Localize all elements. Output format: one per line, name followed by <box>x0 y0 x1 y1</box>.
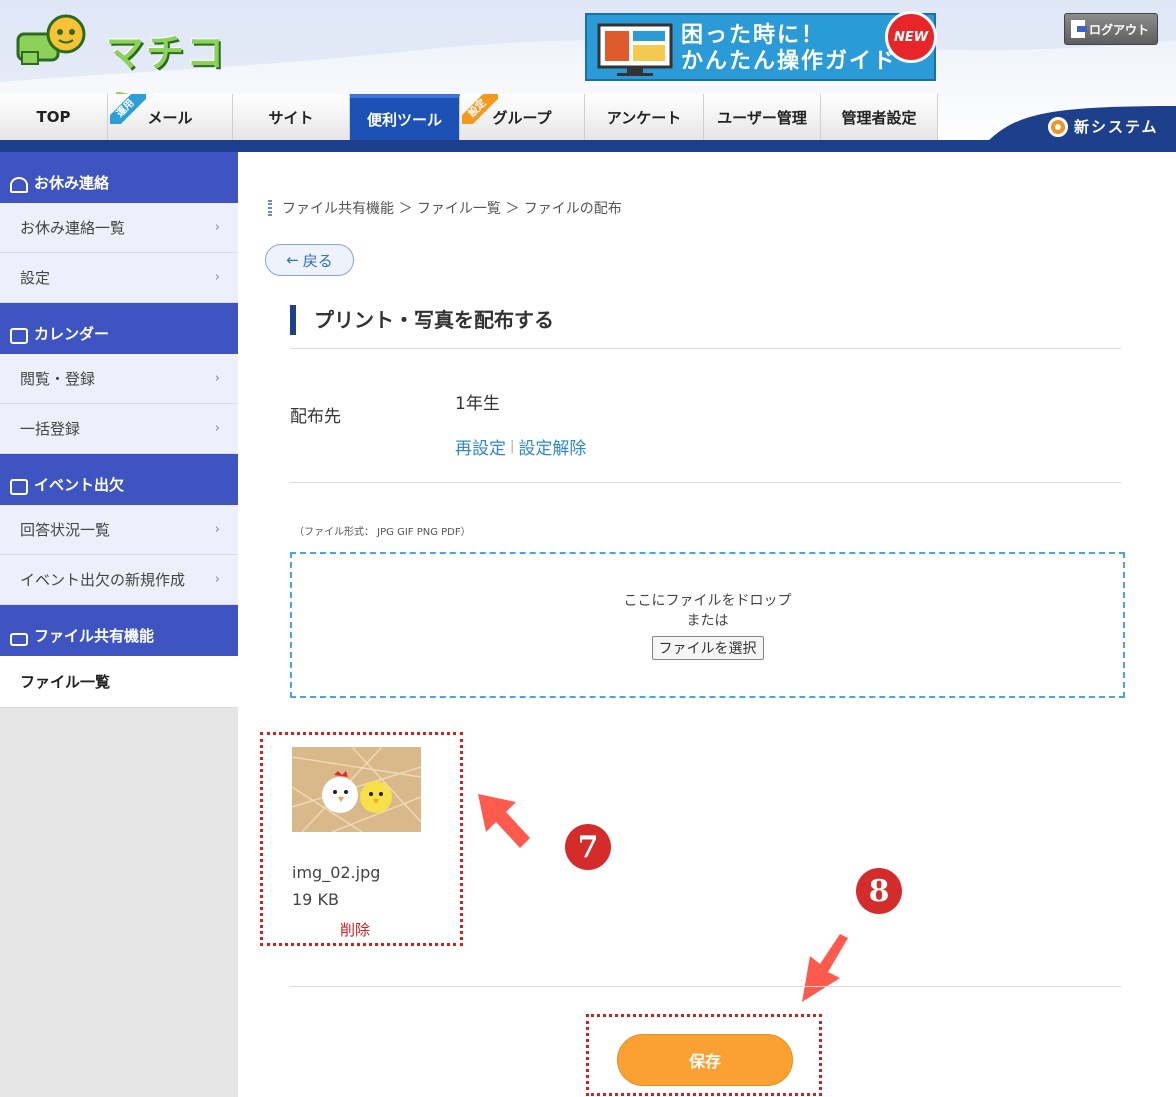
sidebar-section-file-share: ファイル共有機能 <box>0 605 238 656</box>
tab-label: メール <box>147 108 193 127</box>
breadcrumb-marker-icon <box>268 200 272 216</box>
sidebar-item-label: 設定 <box>20 269 51 287</box>
sidebar-item-label: ファイル一覧 <box>20 673 111 691</box>
chevron-right-icon: › <box>214 421 220 436</box>
tab-label: TOP <box>36 108 71 126</box>
sidebar-item-calendar-view[interactable]: 閲覧・登録 › <box>0 354 238 404</box>
tab-mail[interactable]: 運用 メール <box>108 94 233 140</box>
monitor-icon <box>597 23 673 76</box>
sidebar-item-label: イベント出欠の新規作成 <box>20 571 186 589</box>
file-format-note: （ファイル形式： JPG GIF PNG PDF） <box>294 527 471 538</box>
ribbon-settei: 設定 <box>462 94 498 124</box>
divider <box>290 348 1121 349</box>
distribution-label: 配布先 <box>290 407 341 427</box>
sidebar-item-event-create[interactable]: イベント出欠の新規作成 › <box>0 555 238 605</box>
step-8-badge: 8 <box>856 868 902 914</box>
file-size: 19 KB <box>292 890 339 909</box>
distribution-value: 1年生 <box>455 394 500 414</box>
dropzone-or: または <box>686 613 729 629</box>
divider <box>290 986 1121 987</box>
user-icon <box>10 177 28 193</box>
annotation-arrow-icon <box>478 794 530 848</box>
section-title: ファイル共有機能 <box>34 627 155 645</box>
new-badge: NEW <box>885 11 937 63</box>
breadcrumb-text: ファイル共有機能 ＞ ファイル一覧 ＞ ファイルの配布 <box>282 201 622 217</box>
tab-label: サイト <box>268 108 314 127</box>
page-title: プリント・写真を配布する <box>290 305 554 335</box>
main-content: ファイル共有機能 ＞ ファイル一覧 ＞ ファイルの配布 ← 戻る プリント・写真… <box>238 152 1176 1097</box>
ribbon-unyo: 運用 <box>110 94 146 124</box>
tab-label: 便利ツール <box>366 110 442 129</box>
reset-link[interactable]: 再設定 <box>455 434 506 459</box>
tab-group[interactable]: 設定 グループ <box>460 94 585 140</box>
sidebar-item-label: 閲覧・登録 <box>20 370 96 388</box>
logout-label: ログアウト <box>1089 22 1150 37</box>
sidebar-section-absence: お休み連絡 <box>0 152 238 203</box>
tab-site[interactable]: サイト <box>233 94 350 140</box>
tab-label: ユーザー管理 <box>717 108 807 127</box>
chevron-right-icon: › <box>214 270 220 285</box>
folder-icon <box>10 633 28 646</box>
calendar-check-icon <box>10 479 28 495</box>
back-label: 戻る <box>302 251 333 270</box>
uploaded-file-card: img_02.jpg 19 KB 削除 <box>260 732 463 946</box>
step-7-badge: 7 <box>565 824 611 870</box>
distribution-links: 再設定 | 設定解除 <box>455 434 586 459</box>
tab-user-management[interactable]: ユーザー管理 <box>704 94 821 140</box>
sidebar-item-absence-list[interactable]: お休み連絡一覧 › <box>0 203 238 253</box>
clear-setting-link[interactable]: 設定解除 <box>518 434 586 459</box>
operation-guide-banner[interactable]: 困った時に！ かんたん操作ガイド NEW <box>585 11 937 81</box>
guide-banner-text: 困った時に！ かんたん操作ガイド <box>681 23 898 74</box>
chevron-right-icon: › <box>214 220 220 235</box>
calendar-icon <box>10 328 28 344</box>
chevron-right-icon: › <box>214 522 220 537</box>
dropzone-text: ここにファイルをドロップ <box>623 593 792 609</box>
back-button[interactable]: ← 戻る <box>265 244 354 276</box>
new-system-link[interactable]: 新システム <box>1048 116 1159 137</box>
divider <box>290 482 1121 483</box>
sidebar-item-label: 一括登録 <box>20 420 81 438</box>
sidebar-item-file-list[interactable]: ファイル一覧 <box>0 656 238 708</box>
app-header: マチコミ 困った時に！ かんたん操作ガイド NEW ログアウト TOP 運用 メ… <box>0 0 1176 152</box>
section-title: カレンダー <box>34 325 110 343</box>
file-name: img_02.jpg <box>292 863 381 882</box>
tab-label: アンケート <box>606 108 682 127</box>
sidebar-section-calendar: カレンダー <box>0 303 238 354</box>
arrow-left-icon: ← <box>286 251 299 269</box>
file-dropzone[interactable]: ここにファイルをドロップ または ファイルを選択 <box>290 552 1125 698</box>
tab-top[interactable]: TOP <box>0 94 108 140</box>
delete-file-link[interactable]: 削除 <box>340 919 370 940</box>
chevron-right-icon: › <box>214 572 220 587</box>
sidebar: お休み連絡 お休み連絡一覧 › 設定 › カレンダー 閲覧・登録 › 一括登録 … <box>0 152 238 1097</box>
link-separator: | <box>510 439 515 454</box>
main-tab-bar: TOP 運用 メール サイト 便利ツール 設定 グループ アンケート ユーザー管… <box>0 94 938 140</box>
choose-file-button[interactable]: ファイルを選択 <box>651 636 764 660</box>
sidebar-item-event-status[interactable]: 回答状況一覧 › <box>0 505 238 555</box>
tab-label: グループ <box>492 108 552 127</box>
annotation-arrow-icon <box>802 934 848 1002</box>
section-title: イベント出欠 <box>34 476 125 494</box>
sidebar-item-label: 回答状況一覧 <box>20 521 111 539</box>
machicomi-logo[interactable]: マチコミ <box>14 12 264 130</box>
sidebar-item-label: お休み連絡一覧 <box>20 219 126 237</box>
sidebar-item-calendar-bulk[interactable]: 一括登録 › <box>0 404 238 454</box>
gear-icon <box>1048 116 1068 137</box>
save-button[interactable]: 保存 <box>617 1034 793 1086</box>
sidebar-item-absence-settings[interactable]: 設定 › <box>0 253 238 303</box>
file-thumbnail <box>292 747 421 832</box>
chevron-right-icon: › <box>214 371 220 386</box>
logout-door-icon <box>1071 20 1087 38</box>
new-system-label: 新システム <box>1074 118 1159 136</box>
section-title: お休み連絡 <box>34 174 110 192</box>
tab-tools[interactable]: 便利ツール <box>350 94 460 140</box>
breadcrumb: ファイル共有機能 ＞ ファイル一覧 ＞ ファイルの配布 <box>268 198 622 218</box>
tab-survey[interactable]: アンケート <box>585 94 704 140</box>
logout-button[interactable]: ログアウト <box>1064 13 1158 45</box>
tab-label: 管理者設定 <box>841 108 917 127</box>
logo-mascot-icon <box>16 14 86 65</box>
tab-admin-settings[interactable]: 管理者設定 <box>821 94 938 140</box>
sidebar-section-event: イベント出欠 <box>0 454 238 505</box>
